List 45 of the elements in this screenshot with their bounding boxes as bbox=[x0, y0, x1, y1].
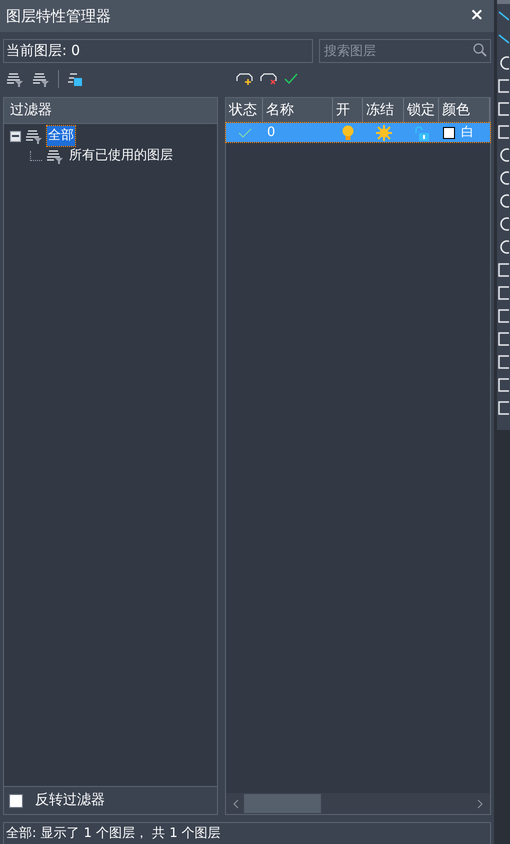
unlocked-icon[interactable] bbox=[414, 124, 430, 140]
current-layer-label: 当前图层: 0 bbox=[3, 39, 313, 63]
layer-filter-icon bbox=[6, 71, 24, 87]
drawing-tool-icon[interactable] bbox=[497, 399, 509, 417]
new-filter-button[interactable] bbox=[6, 71, 24, 87]
drawing-tool-icon[interactable] bbox=[497, 100, 509, 118]
drawing-tool-icon[interactable] bbox=[497, 307, 509, 325]
filter-document-icon bbox=[32, 71, 50, 87]
layer-filter-icon bbox=[25, 128, 43, 144]
new-layer-button[interactable] bbox=[236, 73, 254, 85]
current-check-icon[interactable] bbox=[238, 128, 252, 138]
drawing-tool-icon[interactable] bbox=[497, 330, 509, 348]
drawing-tool-icon[interactable] bbox=[497, 284, 509, 302]
scroll-right-icon[interactable] bbox=[476, 798, 484, 808]
close-button[interactable]: × bbox=[466, 3, 488, 29]
filter-properties-button[interactable] bbox=[32, 71, 50, 87]
scrollbar-thumb[interactable] bbox=[244, 794, 321, 813]
invert-filter-label: 反转过滤器 bbox=[35, 791, 105, 810]
drawing-tool-icon[interactable] bbox=[497, 261, 509, 279]
search-field[interactable]: 搜索图层 bbox=[319, 39, 491, 63]
filter-tree-item[interactable]: 全部 bbox=[47, 126, 75, 146]
invert-filter-checkbox[interactable] bbox=[9, 794, 23, 808]
status-bar: 全部: 显示了 1 个图层， 共 1 个图层 bbox=[3, 822, 491, 844]
set-current-button[interactable] bbox=[284, 73, 298, 85]
scroll-left-icon[interactable] bbox=[232, 798, 240, 808]
window-title: 图层特性管理器 bbox=[6, 6, 111, 27]
delete-layer-icon bbox=[260, 73, 278, 85]
layer-filter-icon bbox=[46, 148, 64, 164]
color-swatch[interactable] bbox=[443, 126, 455, 138]
collapse-icon[interactable] bbox=[10, 130, 21, 142]
layer-states-button[interactable] bbox=[67, 71, 83, 87]
search-icon bbox=[473, 43, 487, 57]
drawing-tool-icon[interactable] bbox=[497, 353, 509, 371]
color-name: 白 bbox=[461, 124, 474, 142]
drawing-tool-icon[interactable] bbox=[497, 123, 509, 141]
layer-name: 0 bbox=[267, 124, 276, 140]
drawing-tool-icon[interactable] bbox=[497, 77, 509, 95]
horizontal-scrollbar[interactable] bbox=[226, 793, 490, 814]
new-layer-icon bbox=[236, 73, 254, 85]
delete-layer-button[interactable] bbox=[260, 73, 278, 85]
check-icon bbox=[284, 73, 298, 85]
drawing-tool-icon[interactable] bbox=[497, 376, 509, 394]
filter-tree-item[interactable]: 所有已使用的图层 bbox=[68, 146, 174, 166]
layer-list-icon bbox=[67, 71, 83, 87]
filter-header: 过滤器 bbox=[4, 98, 217, 124]
